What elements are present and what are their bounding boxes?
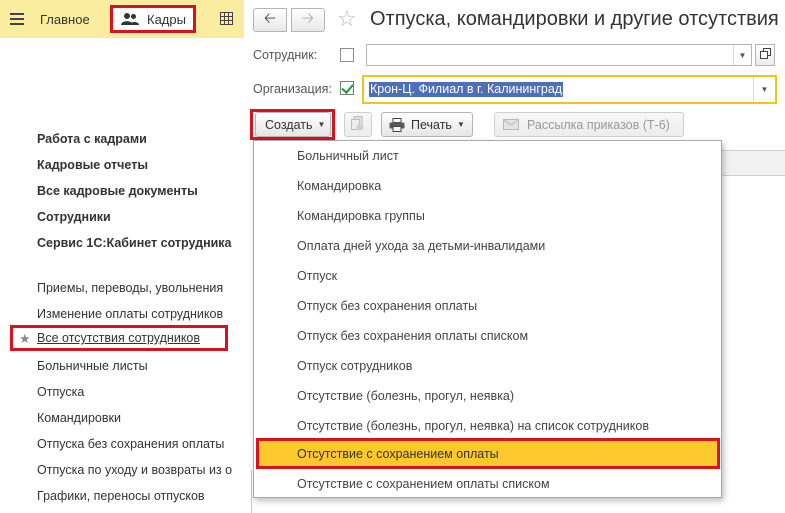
create-button[interactable]: Создать ▼ [255, 112, 331, 137]
copy-button[interactable] [344, 112, 372, 137]
menu-item-paid-absence-list[interactable]: Отсутствие с сохранением оплаты списком [254, 469, 721, 499]
print-button[interactable]: Печать ▼ [381, 112, 473, 137]
create-button-label: Создать [265, 117, 313, 132]
nav-item-parental-leaves[interactable]: Отпуска по уходу и возвраты из о [37, 463, 245, 477]
menu-item-sick-leave[interactable]: Больничный лист [254, 141, 721, 171]
organization-filter-checkbox[interactable] [340, 81, 354, 95]
menu-item-employees-vacation[interactable]: Отпуск сотрудников [254, 351, 721, 381]
copy-icon [351, 115, 365, 134]
nav-group-all-hr-docs[interactable]: Все кадровые документы [37, 184, 198, 198]
menu-item-unpaid-vacation-list[interactable]: Отпуск без сохранения оплаты списком [254, 321, 721, 351]
printer-icon [389, 117, 405, 132]
forward-button[interactable]: 🡢 [291, 8, 325, 32]
main-menu-icon[interactable] [10, 0, 24, 38]
chevron-down-icon[interactable]: ▼ [753, 77, 775, 102]
people-icon [121, 12, 139, 26]
employee-input[interactable]: ▼ [366, 44, 752, 66]
organization-label: Организация: [253, 82, 332, 96]
menu-item-absence-list[interactable]: Отсутствие (болезнь, прогул, неявка) на … [254, 411, 721, 441]
employee-label: Сотрудник: [253, 48, 318, 62]
menu-item-paid-absence[interactable]: Отсутствие с сохранением оплаты [256, 438, 720, 469]
section-main[interactable]: Главное [40, 0, 90, 38]
page-title: Отпуска, командировки и другие отсутстви… [370, 8, 779, 30]
menu-item-disabled-child-care[interactable]: Оплата дней ухода за детьми-инвалидами [254, 231, 721, 261]
back-button[interactable]: 🡠 [253, 8, 287, 32]
section-kadry[interactable]: Кадры [110, 5, 196, 33]
envelope-icon [503, 119, 519, 130]
nav-item-unpaid-leaves[interactable]: Отпуска без сохранения оплаты [37, 437, 245, 451]
favorite-star-icon[interactable]: ☆ [337, 6, 357, 32]
send-orders-label: Рассылка приказов (Т-6) [527, 117, 670, 132]
caret-down-icon: ▼ [456, 120, 465, 129]
nav-item-vacation-schedules[interactable]: Графики, переносы отпусков [37, 489, 245, 503]
menu-item-absence[interactable]: Отсутствие (болезнь, прогул, неявка) [254, 381, 721, 411]
organization-value: Крон-Ц. Филиал в г. Калининград [369, 82, 564, 97]
section-navigation: Работа с кадрами Кадровые отчеты Все кад… [0, 38, 248, 513]
panel-divider [251, 470, 252, 513]
nav-item-hiring[interactable]: Приемы, переводы, увольнения [37, 281, 245, 295]
nav-group-employee-cabinet[interactable]: Сервис 1С:Кабинет сотрудника [37, 236, 232, 250]
chevron-down-icon[interactable]: ▼ [733, 45, 751, 65]
menu-item-business-trip[interactable]: Командировка [254, 171, 721, 201]
create-dropdown-menu: Больничный лист Командировка Командировк… [253, 140, 722, 498]
arrow-right-icon: 🡢 [301, 9, 315, 27]
list-header [722, 150, 785, 176]
nav-group-hr-reports[interactable]: Кадровые отчеты [37, 158, 148, 172]
organization-input[interactable]: Крон-Ц. Филиал в г. Калининград ▼ [362, 75, 777, 104]
open-window-icon [759, 48, 771, 62]
menu-item-group-business-trip[interactable]: Командировка группы [254, 201, 721, 231]
menu-item-vacation[interactable]: Отпуск [254, 261, 721, 291]
nav-group-employees[interactable]: Сотрудники [37, 210, 111, 224]
nav-item-all-absences[interactable]: ★ Все отсутствия сотрудников [10, 325, 228, 351]
employee-filter-checkbox[interactable] [340, 48, 354, 62]
menu-item-unpaid-vacation[interactable]: Отпуск без сохранения оплаты [254, 291, 721, 321]
favorite-star-icon[interactable]: ★ [19, 331, 31, 347]
nav-item-business-trips[interactable]: Командировки [37, 411, 245, 425]
open-employee-button[interactable] [755, 44, 775, 66]
send-orders-button[interactable]: Рассылка приказов (Т-6) [494, 112, 684, 137]
nav-item-all-absences-label: Все отсутствия сотрудников [37, 331, 201, 345]
section-kadry-label: Кадры [147, 11, 186, 27]
caret-down-icon: ▼ [317, 120, 326, 129]
nav-group-work-with-staff[interactable]: Работа с кадрами [37, 132, 147, 146]
arrow-left-icon: 🡠 [263, 9, 277, 27]
all-functions-icon[interactable] [220, 12, 233, 28]
print-button-label: Печать [411, 117, 452, 132]
nav-item-vacations[interactable]: Отпуска [37, 385, 245, 399]
nav-item-salary-change[interactable]: Изменение оплаты сотрудников [37, 307, 245, 321]
nav-item-sick-leaves[interactable]: Больничные листы [37, 359, 245, 373]
